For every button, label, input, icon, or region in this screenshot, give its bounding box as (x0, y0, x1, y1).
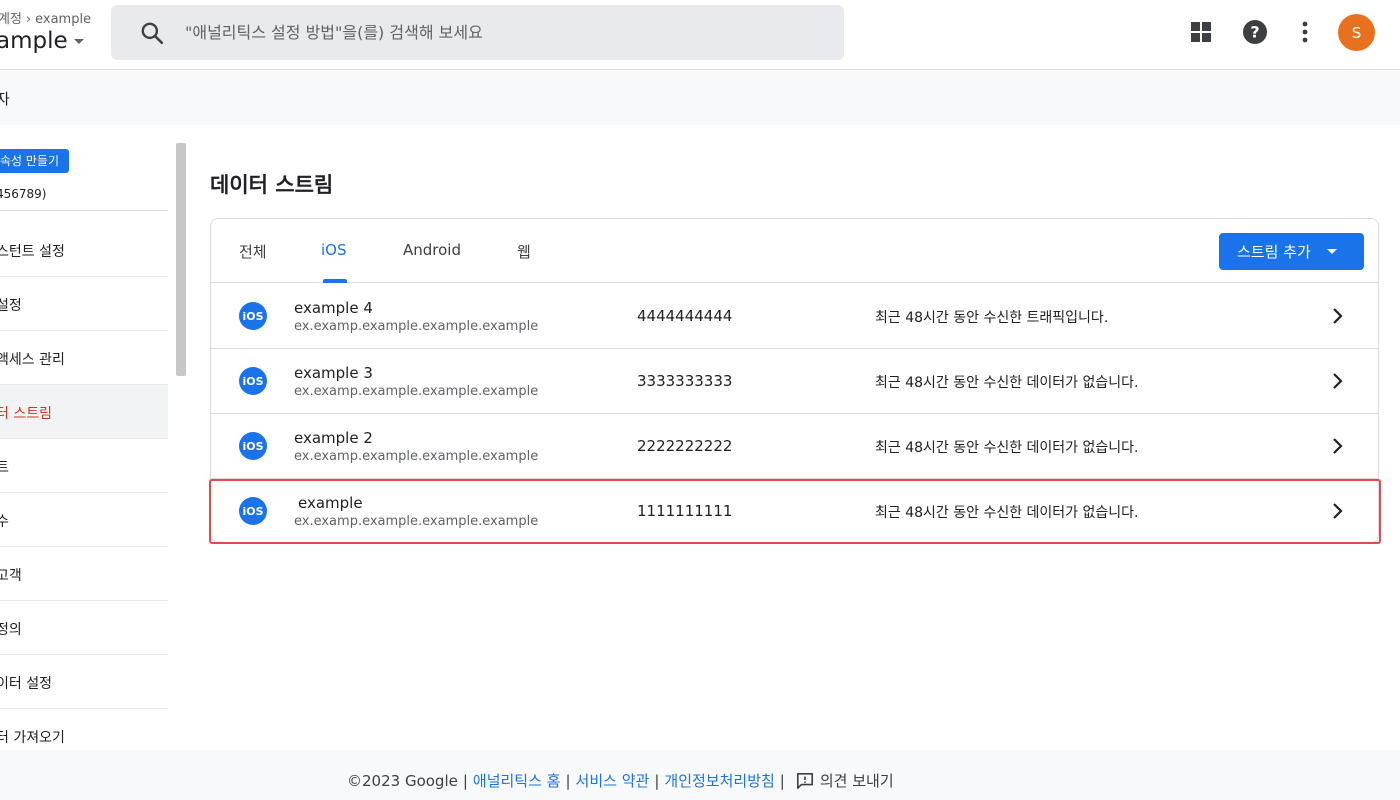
top-app-bar: 계정›example ample ? S (0, 0, 1400, 70)
sidebar-item-label: 터 스트림 (0, 406, 52, 422)
feedback-icon[interactable] (796, 772, 814, 790)
data-streams-panel: 전체 iOS Android 웹 스트림 추가 iOS example 4 ex… (210, 218, 1379, 543)
sidebar-item-label: 설정 (0, 298, 22, 314)
footer-links: ©2023 Google | 애널리틱스 홈 | 서비스 약관 | 개인정보처리… (347, 770, 894, 791)
stream-name: example 3 (294, 364, 373, 382)
ios-icon: iOS (239, 302, 267, 330)
caret-down-icon (1326, 249, 1337, 254)
active-tab-indicator (323, 279, 347, 283)
apps-icon[interactable] (1186, 17, 1216, 47)
sidebar-item-events[interactable]: 트 (0, 439, 168, 493)
property-id: 456789) (0, 187, 47, 201)
property-name: ample (0, 28, 68, 54)
stream-status: 최근 48시간 동안 수신한 데이터가 없습니다. (875, 375, 1139, 391)
stream-row[interactable]: iOS example ex.examp.example.example.exa… (211, 479, 1378, 544)
help-icon[interactable]: ? (1240, 17, 1270, 47)
create-property-button[interactable]: 속성 만들기 (0, 149, 70, 173)
sidebar-item-label: 트 (0, 460, 9, 476)
stream-name: example (298, 494, 363, 512)
sidebar-item-data-import[interactable]: 터 가져오기 (0, 709, 168, 750)
admin-tab-label[interactable]: 자 (0, 88, 10, 109)
ios-icon: iOS (239, 367, 267, 395)
sidebar-item-label: 스턴트 설정 (0, 244, 65, 260)
page-title: 데이터 스트림 (210, 173, 334, 197)
separator: | (654, 771, 660, 790)
chevron-right-icon: › (25, 12, 32, 27)
search-icon (141, 22, 164, 45)
svg-text:?: ? (1250, 23, 1259, 42)
avatar[interactable]: S (1338, 14, 1375, 51)
more-vert-icon[interactable] (1290, 17, 1320, 47)
ios-icon: iOS (239, 432, 267, 460)
sidebar-item-label: 수 (0, 514, 9, 530)
stream-name: example 2 (294, 429, 373, 447)
sidebar-scrollbar[interactable] (176, 143, 186, 376)
stream-id: 2222222222 (637, 437, 733, 455)
stream-id: 3333333333 (637, 372, 733, 390)
add-stream-label: 스트림 추가 (1237, 243, 1311, 261)
sidebar-item-conversions[interactable]: 수 (0, 493, 168, 547)
add-stream-button[interactable]: 스트림 추가 (1219, 233, 1364, 270)
bundle-id: ex.examp.example.example.example (294, 384, 539, 399)
separator: | (779, 771, 785, 790)
sidebar-item-label: 정의 (0, 622, 22, 638)
sidebar-item-access-management[interactable]: 액세스 관리 (0, 331, 168, 385)
stream-row[interactable]: iOS example 2 ex.examp.example.example.e… (211, 414, 1378, 479)
terms-link[interactable]: 서비스 약관 (576, 770, 650, 791)
analytics-home-link[interactable]: 애널리틱스 홈 (473, 770, 561, 791)
chevron-right-icon[interactable] (1327, 501, 1347, 521)
sidebar-item-label: 이터 설정 (0, 676, 52, 692)
tab-web[interactable]: 웹 (517, 241, 531, 262)
sidebar-item-label: 액세스 관리 (0, 352, 65, 368)
sidebar-item-data-streams[interactable]: 터 스트림 (0, 385, 168, 439)
admin-sidebar: 속성 만들기 456789) 스턴트 설정 설정 액세스 관리 터 스트림 트 … (0, 125, 168, 750)
stream-id: 4444444444 (637, 307, 733, 325)
separator: | (565, 771, 571, 790)
bundle-id: ex.examp.example.example.example (294, 319, 539, 334)
sidebar-item-assistant-settings[interactable]: 스턴트 설정 (0, 223, 168, 277)
stream-row[interactable]: iOS example 3 ex.examp.example.example.e… (211, 349, 1378, 414)
stream-row[interactable]: iOS example 4 ex.examp.example.example.e… (211, 284, 1378, 349)
caret-down-icon (73, 39, 84, 44)
chevron-right-icon[interactable] (1327, 436, 1347, 456)
platform-tabs: 전체 iOS Android 웹 스트림 추가 (211, 219, 1378, 283)
separator: | (462, 771, 468, 790)
copyright: ©2023 Google (347, 771, 458, 790)
stream-id: 1111111111 (637, 502, 733, 520)
stream-status: 최근 48시간 동안 수신한 트래픽입니다. (875, 310, 1109, 326)
sidebar-item-audiences[interactable]: 고객 (0, 547, 168, 601)
property-selector[interactable]: ample (0, 28, 84, 54)
privacy-link[interactable]: 개인정보처리방침 (664, 770, 774, 791)
ios-icon: iOS (239, 497, 267, 525)
stream-status: 최근 48시간 동안 수신한 데이터가 없습니다. (875, 505, 1139, 521)
bundle-id: ex.examp.example.example.example (294, 514, 539, 529)
sidebar-item-property-settings[interactable]: 설정 (0, 277, 168, 331)
search-bar[interactable] (111, 5, 844, 60)
stream-name: example 4 (294, 299, 373, 317)
sidebar-item-label: 고객 (0, 568, 22, 584)
footer: ©2023 Google | 애널리틱스 홈 | 서비스 약관 | 개인정보처리… (0, 750, 1400, 800)
sidebar-item-data-settings[interactable]: 이터 설정 (0, 655, 168, 709)
breadcrumb[interactable]: 계정 › example (0, 8, 91, 27)
admin-bar: 자 (0, 70, 1400, 125)
stream-status: 최근 48시간 동안 수신한 데이터가 없습니다. (875, 440, 1139, 456)
breadcrumb-account: 계정 (0, 12, 22, 27)
breadcrumb-account-name: example (35, 12, 92, 27)
tab-all[interactable]: 전체 (239, 241, 267, 262)
tab-android[interactable]: Android (403, 241, 461, 259)
feedback-link[interactable]: 의견 보내기 (820, 770, 894, 791)
search-input[interactable] (185, 15, 825, 49)
tab-ios[interactable]: iOS (321, 241, 347, 259)
divider (0, 210, 168, 211)
sidebar-item-label: 터 가져오기 (0, 730, 65, 746)
chevron-right-icon[interactable] (1327, 371, 1347, 391)
sidebar-item-custom-definitions[interactable]: 정의 (0, 601, 168, 655)
bundle-id: ex.examp.example.example.example (294, 449, 539, 464)
chevron-right-icon[interactable] (1327, 306, 1347, 326)
